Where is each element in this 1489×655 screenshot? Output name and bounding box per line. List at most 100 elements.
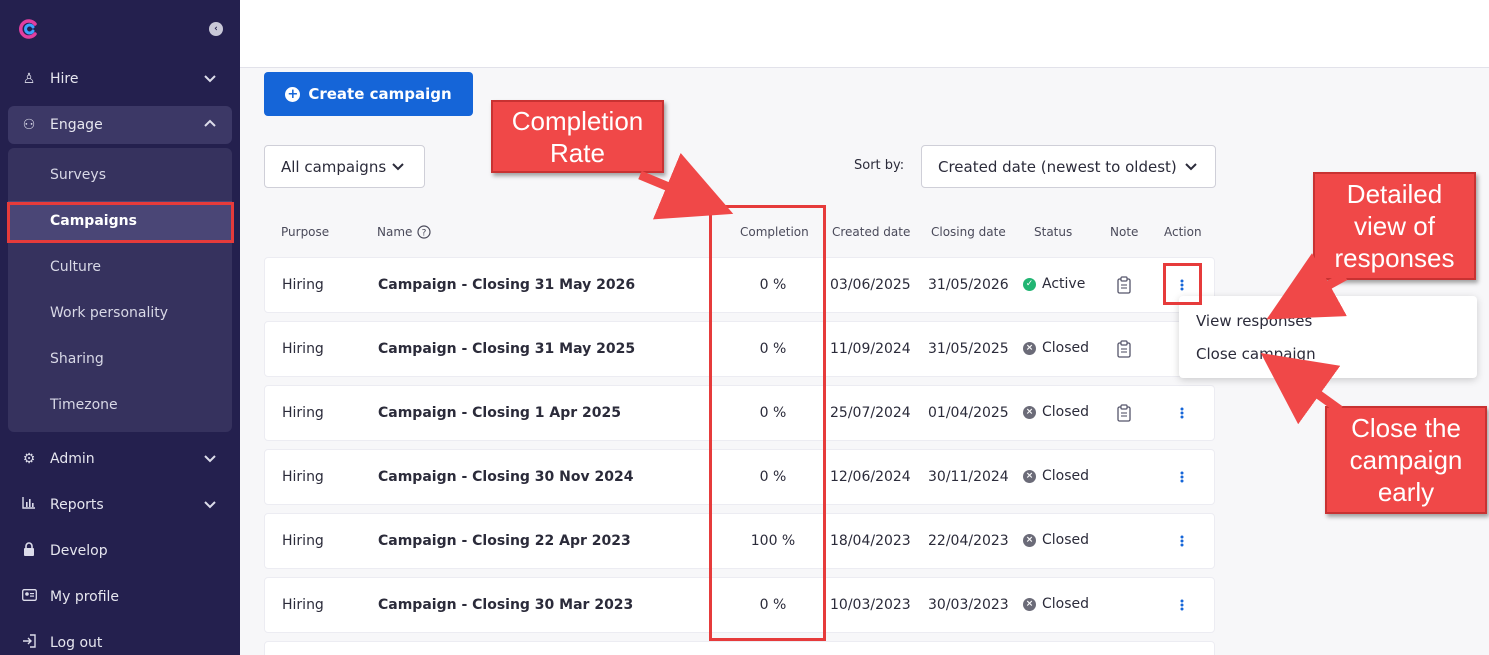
bar-chart-icon bbox=[8, 497, 50, 513]
clipboard-icon[interactable] bbox=[1117, 404, 1131, 422]
more-options-icon[interactable] bbox=[1180, 534, 1184, 548]
purpose-cell: Hiring bbox=[282, 533, 324, 549]
campaign-name-cell[interactable]: Campaign - Closing 1 Apr 2025 bbox=[378, 405, 621, 421]
status-label: Closed bbox=[1042, 468, 1090, 484]
sort-select[interactable]: Created date (newest to oldest) bbox=[921, 145, 1216, 188]
column-header-purpose: Purpose bbox=[281, 225, 330, 239]
closing-date-cell: 30/03/2023 bbox=[928, 597, 1009, 613]
sidebar-item-label: My profile bbox=[50, 589, 120, 605]
sidebar-item-reports[interactable]: Reports bbox=[8, 486, 232, 524]
purpose-cell: Hiring bbox=[282, 597, 324, 613]
x-circle-icon: × bbox=[1023, 597, 1036, 611]
closing-date-cell: 22/04/2023 bbox=[928, 533, 1009, 549]
status-badge: ✓ Active bbox=[1023, 276, 1085, 292]
arrow-to-close-campaign bbox=[1260, 352, 1343, 425]
status-label: Closed bbox=[1042, 404, 1090, 420]
campaign-name-cell[interactable]: Campaign - Closing 22 Apr 2023 bbox=[378, 533, 631, 549]
sidebar-item-surveys[interactable]: Surveys bbox=[8, 155, 232, 195]
app-logo-icon[interactable] bbox=[18, 18, 40, 40]
created-date-cell: 18/04/2023 bbox=[830, 533, 911, 549]
close-campaign-menu-item[interactable]: Close campaign bbox=[1196, 345, 1316, 363]
top-bar bbox=[240, 0, 1489, 68]
sidebar-item-work-personality[interactable]: Work personality bbox=[8, 293, 232, 333]
sidebar-item-label: Reports bbox=[50, 497, 104, 513]
sidebar-item-culture[interactable]: Culture bbox=[8, 247, 232, 287]
completion-rate-callout: Completion Rate bbox=[491, 100, 664, 173]
sidebar-item-admin[interactable]: ⚙ Admin bbox=[8, 440, 232, 478]
chevron-down-icon bbox=[392, 163, 404, 171]
x-circle-icon: × bbox=[1023, 533, 1036, 547]
created-date-cell: 12/06/2024 bbox=[830, 469, 911, 485]
sort-label: Sort by: bbox=[854, 158, 905, 173]
clipboard-icon[interactable] bbox=[1117, 276, 1131, 294]
detailed-view-callout: Detailed view of responses bbox=[1313, 172, 1476, 280]
created-date-cell: 10/03/2023 bbox=[830, 597, 911, 613]
created-date-cell: 25/07/2024 bbox=[830, 405, 911, 421]
sidebar-item-engage[interactable]: ⚇ Engage bbox=[8, 106, 232, 144]
campaign-name-cell[interactable]: Campaign - Closing 31 May 2026 bbox=[378, 277, 635, 293]
closing-date-cell: 31/05/2026 bbox=[928, 277, 1009, 293]
closing-date-cell: 30/11/2024 bbox=[928, 469, 1009, 485]
sidebar-item-sharing[interactable]: Sharing bbox=[8, 339, 232, 379]
column-header-closing-date: Closing date bbox=[931, 225, 1006, 239]
sidebar-item-label: Sharing bbox=[50, 351, 104, 367]
collapse-sidebar-icon[interactable]: ‹ bbox=[209, 22, 223, 36]
engage-submenu: Surveys Campaigns Culture Work personali… bbox=[8, 148, 232, 432]
column-header-status: Status bbox=[1034, 225, 1073, 239]
svg-text:?: ? bbox=[422, 229, 427, 239]
table-row bbox=[264, 641, 1215, 655]
more-options-icon[interactable] bbox=[1180, 598, 1184, 612]
column-header-note: Note bbox=[1110, 225, 1139, 239]
chevron-down-icon bbox=[204, 501, 216, 509]
sidebar-item-label: Work personality bbox=[50, 305, 169, 321]
campaign-name-cell[interactable]: Campaign - Closing 30 Nov 2024 bbox=[378, 469, 633, 485]
lock-icon bbox=[8, 542, 50, 560]
create-campaign-button[interactable]: + Create campaign bbox=[264, 72, 473, 116]
sidebar-item-label: Develop bbox=[50, 543, 108, 559]
campaign-filter-select[interactable]: All campaigns bbox=[264, 145, 425, 188]
sidebar-item-timezone[interactable]: Timezone bbox=[8, 385, 232, 425]
sidebar: ‹ ♙ Hire ⚇ Engage Surveys Campaigns Cult… bbox=[0, 0, 240, 655]
column-header-label: Name bbox=[377, 225, 413, 239]
status-label: Closed bbox=[1042, 532, 1090, 548]
sidebar-item-hire[interactable]: ♙ Hire bbox=[8, 60, 232, 98]
column-header-action: Action bbox=[1164, 225, 1202, 239]
gear-icon: ⚙ bbox=[22, 451, 36, 467]
sidebar-item-develop[interactable]: Develop bbox=[8, 532, 232, 570]
campaign-name-cell[interactable]: Campaign - Closing 31 May 2025 bbox=[378, 341, 635, 357]
x-circle-icon: × bbox=[1023, 405, 1036, 419]
completion-highlight-box bbox=[709, 205, 826, 641]
help-circle-icon[interactable]: ? bbox=[417, 225, 432, 239]
campaigns-highlight-box bbox=[7, 202, 234, 243]
chevron-down-icon bbox=[1185, 163, 1197, 171]
campaign-name-cell[interactable]: Campaign - Closing 30 Mar 2023 bbox=[378, 597, 633, 613]
more-options-icon[interactable] bbox=[1180, 406, 1184, 420]
column-header-name[interactable]: Name ? bbox=[377, 225, 432, 239]
sidebar-item-log-out[interactable]: Log out bbox=[8, 624, 232, 655]
create-campaign-label: Create campaign bbox=[308, 85, 452, 103]
closing-date-cell: 01/04/2025 bbox=[928, 405, 1009, 421]
sidebar-item-my-profile[interactable]: My profile bbox=[8, 578, 232, 616]
sidebar-item-label: Surveys bbox=[50, 167, 106, 183]
filter-value: All campaigns bbox=[281, 157, 387, 176]
x-circle-icon: × bbox=[1023, 469, 1036, 483]
check-circle-icon: ✓ bbox=[1023, 277, 1036, 291]
purpose-cell: Hiring bbox=[282, 469, 324, 485]
status-badge: × Closed bbox=[1023, 596, 1089, 612]
closing-date-cell: 31/05/2025 bbox=[928, 341, 1009, 357]
sidebar-item-label: Culture bbox=[50, 259, 101, 275]
status-badge: × Closed bbox=[1023, 340, 1089, 356]
x-circle-icon: × bbox=[1023, 341, 1036, 355]
sort-value: Created date (newest to oldest) bbox=[938, 157, 1177, 176]
people-icon: ⚇ bbox=[22, 117, 36, 133]
status-label: Active bbox=[1042, 276, 1086, 292]
chevron-down-icon bbox=[204, 75, 216, 83]
more-options-icon[interactable] bbox=[1180, 470, 1184, 484]
view-responses-menu-item[interactable]: View responses bbox=[1196, 312, 1312, 330]
created-date-cell: 11/09/2024 bbox=[830, 341, 911, 357]
clipboard-icon[interactable] bbox=[1117, 340, 1131, 358]
action-menu: View responses Close campaign bbox=[1179, 296, 1477, 378]
chevron-down-icon bbox=[204, 455, 216, 463]
purpose-cell: Hiring bbox=[282, 405, 324, 421]
status-badge: × Closed bbox=[1023, 468, 1089, 484]
